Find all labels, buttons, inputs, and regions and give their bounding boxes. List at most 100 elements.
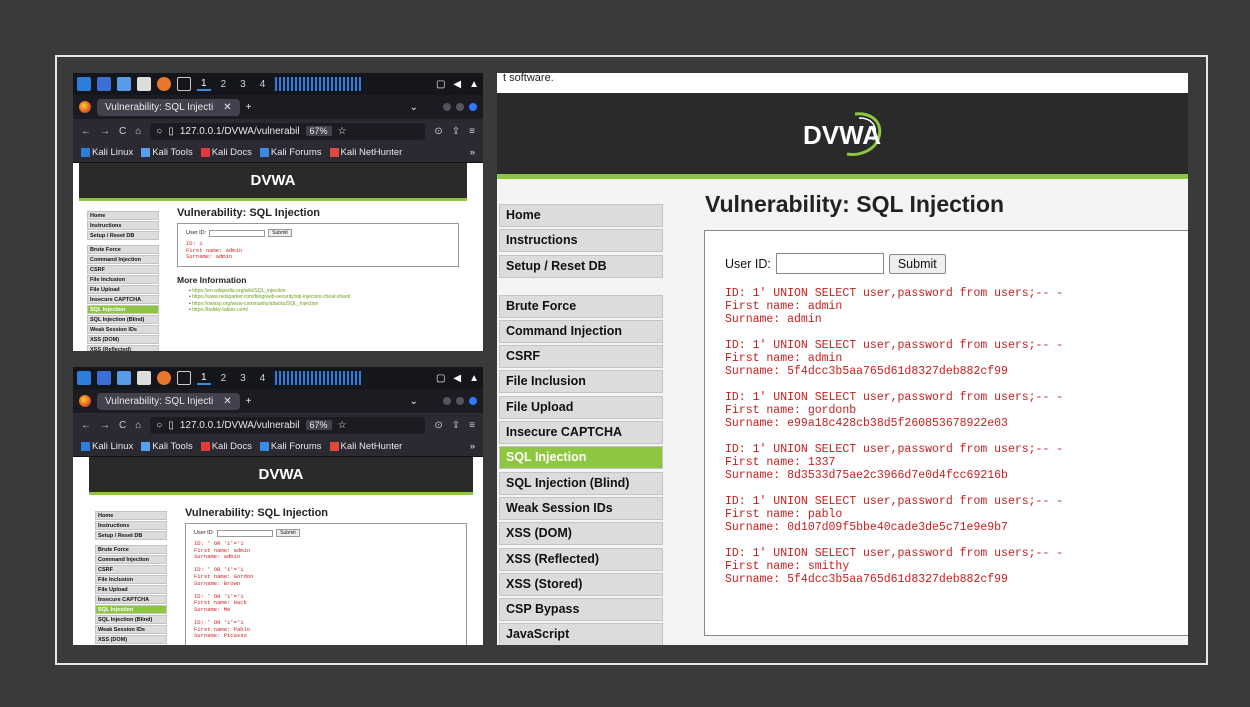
menu-item-javascript[interactable]: JavaScript (499, 623, 663, 645)
menu-item-sql-injection[interactable]: SQL Injection (95, 605, 167, 614)
reload-icon[interactable]: C (119, 420, 126, 431)
maximize-icon[interactable] (456, 103, 464, 111)
close-tab-icon[interactable]: ✕ (223, 396, 231, 407)
zoom-level[interactable]: 67% (305, 126, 332, 136)
menu-item-file-upload[interactable]: File Upload (95, 585, 167, 594)
terminal-icon[interactable] (177, 371, 191, 385)
menu-item-command-injection[interactable]: Command Injection (499, 319, 663, 343)
close-tab-icon[interactable]: ✕ (223, 102, 231, 113)
workspace-4[interactable]: 4 (256, 373, 270, 384)
terminal-icon[interactable] (177, 77, 191, 91)
menu-item-weak-session-ids[interactable]: Weak Session IDs (87, 325, 159, 334)
submit-button[interactable]: Submit (888, 253, 946, 274)
bell-icon[interactable]: ▲ (469, 373, 479, 384)
menu-item-csrf[interactable]: CSRF (87, 265, 159, 274)
menu-item-file-inclusion[interactable]: File Inclusion (87, 275, 159, 284)
bookmark-kali-docs[interactable]: Kali Docs (200, 441, 252, 452)
menu-item-file-upload[interactable]: File Upload (499, 395, 663, 419)
new-tab-icon[interactable]: + (246, 102, 252, 113)
home-icon[interactable]: ⌂ (135, 420, 141, 431)
forward-icon[interactable]: → (100, 420, 110, 431)
menu-item-file-inclusion[interactable]: File Inclusion (499, 370, 663, 394)
menu-icon[interactable]: ≡ (469, 420, 475, 431)
menu-item-command-injection[interactable]: Command Injection (87, 255, 159, 264)
bookmark-star-icon[interactable]: ☆ (338, 126, 347, 137)
menu-icon[interactable]: ≡ (469, 126, 475, 137)
submit-button[interactable]: Submit (268, 229, 292, 237)
menu-item-brute-force[interactable]: Brute Force (87, 245, 159, 254)
menu-item-weak-session-ids[interactable]: Weak Session IDs (499, 496, 663, 520)
bookmark-star-icon[interactable]: ☆ (338, 420, 347, 431)
menu-item-file-upload[interactable]: File Upload (87, 285, 159, 294)
back-icon[interactable]: ← (81, 126, 91, 137)
bookmark-kali-forums[interactable]: Kali Forums (259, 147, 322, 158)
user-id-input[interactable] (209, 229, 266, 237)
menu-item-home[interactable]: Home (499, 204, 663, 227)
bell-icon[interactable]: ▲ (469, 79, 479, 90)
menu-item-brute-force[interactable]: Brute Force (95, 545, 167, 554)
browser-tab[interactable]: Vulnerability: SQL Injecti ✕ (97, 392, 240, 410)
volume-icon[interactable]: ◀ (453, 373, 461, 384)
url-bar[interactable]: ○ ▯ 127.0.0.1/DVWA/vulnerabil 67% ☆ (150, 122, 426, 140)
pocket-icon[interactable]: ⊙ (434, 126, 442, 137)
pocket-icon[interactable]: ⊙ (434, 420, 442, 431)
window-icon[interactable]: ▢ (436, 373, 445, 384)
menu-item-brute-force[interactable]: Brute Force (499, 294, 663, 318)
close-window-icon[interactable] (469, 397, 477, 405)
reload-icon[interactable]: C (119, 126, 126, 137)
menu-item-sql-injection[interactable]: SQL Injection (87, 305, 159, 314)
extensions-icon[interactable]: ⇪ (452, 126, 460, 137)
close-window-icon[interactable] (469, 103, 477, 111)
menu-item-sql-injection-blind[interactable]: SQL Injection (Blind) (95, 615, 167, 624)
file-manager-icon[interactable] (117, 77, 131, 91)
workspace-icon[interactable] (97, 371, 111, 385)
bookmark-kali-linux[interactable]: Kali Linux (81, 441, 133, 452)
bookmark-kali-tools[interactable]: Kali Tools (141, 147, 193, 158)
menu-item-file-inclusion[interactable]: File Inclusion (95, 575, 167, 584)
more-bookmarks-icon[interactable]: » (470, 441, 475, 452)
kali-menu-icon[interactable] (77, 371, 91, 385)
workspace-3[interactable]: 3 (236, 373, 250, 384)
window-icon[interactable]: ▢ (436, 79, 445, 90)
menu-item-setup-reset-db[interactable]: Setup / Reset DB (95, 531, 167, 540)
browser-tab[interactable]: Vulnerability: SQL Injecti ✕ (97, 98, 240, 116)
list-tabs-icon[interactable]: ⌄ (410, 396, 418, 407)
menu-item-xss-stored[interactable]: XSS (Stored) (499, 572, 663, 596)
menu-item-instructions[interactable]: Instructions (499, 229, 663, 253)
workspace-icon[interactable] (97, 77, 111, 91)
menu-item-insecure-captcha[interactable]: Insecure CAPTCHA (87, 295, 159, 304)
bookmark-kali-tools[interactable]: Kali Tools (141, 441, 193, 452)
url-bar[interactable]: ○ ▯ 127.0.0.1/DVWA/vulnerabil 67% ☆ (150, 416, 426, 434)
bookmark-kali-docs[interactable]: Kali Docs (200, 147, 252, 158)
menu-item-home[interactable]: Home (87, 211, 159, 220)
menu-item-home[interactable]: Home (95, 511, 167, 520)
info-link[interactable]: https://bobby-tables.com/ (189, 307, 477, 314)
bookmark-kali-nethunter[interactable]: Kali NetHunter (329, 147, 402, 158)
minimize-icon[interactable] (443, 103, 451, 111)
workspace-1[interactable]: 1 (197, 372, 211, 385)
menu-item-instructions[interactable]: Instructions (87, 221, 159, 230)
firefox-icon[interactable] (157, 371, 171, 385)
menu-item-insecure-captcha[interactable]: Insecure CAPTCHA (499, 421, 663, 445)
menu-item-csrf[interactable]: CSRF (499, 345, 663, 369)
menu-item-setup-reset-db[interactable]: Setup / Reset DB (87, 231, 159, 240)
kali-menu-icon[interactable] (77, 77, 91, 91)
text-editor-icon[interactable] (137, 371, 151, 385)
bookmark-kali-linux[interactable]: Kali Linux (81, 147, 133, 158)
menu-item-xss-dom[interactable]: XSS (DOM) (95, 635, 167, 644)
menu-item-xss-dom[interactable]: XSS (DOM) (87, 335, 159, 344)
volume-icon[interactable]: ◀ (453, 79, 461, 90)
menu-item-xss-reflected[interactable]: XSS (Reflected) (499, 547, 663, 571)
workspace-2[interactable]: 2 (217, 373, 231, 384)
more-bookmarks-icon[interactable]: » (470, 147, 475, 158)
user-id-input[interactable] (217, 529, 274, 537)
forward-icon[interactable]: → (100, 126, 110, 137)
menu-item-setup-reset-db[interactable]: Setup / Reset DB (499, 254, 663, 278)
menu-item-xss-reflected[interactable]: XSS (Reflected) (87, 345, 159, 351)
submit-button[interactable]: Submit (276, 529, 300, 537)
back-icon[interactable]: ← (81, 420, 91, 431)
menu-item-sql-injection-blind[interactable]: SQL Injection (Blind) (87, 315, 159, 324)
extensions-icon[interactable]: ⇪ (452, 420, 460, 431)
maximize-icon[interactable] (456, 397, 464, 405)
workspace-2[interactable]: 2 (217, 79, 231, 90)
